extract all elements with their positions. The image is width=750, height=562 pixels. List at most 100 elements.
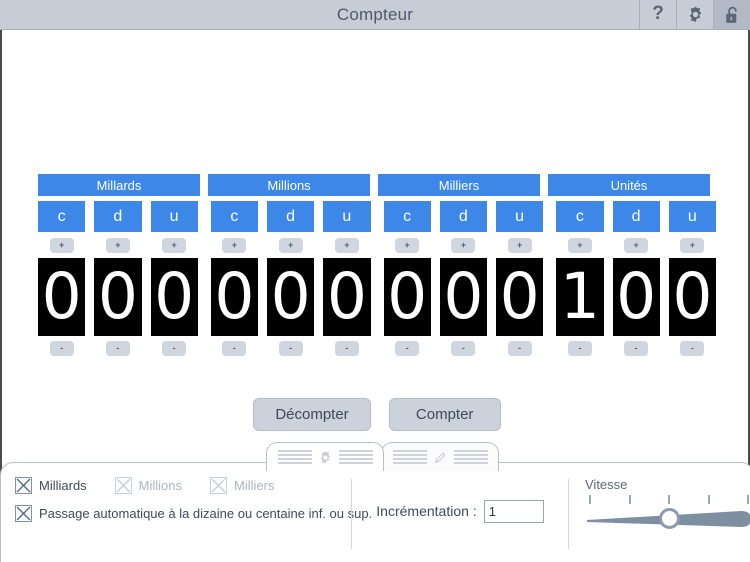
digit-decrement-button[interactable]: - bbox=[507, 341, 532, 356]
digit-decrement-button[interactable]: - bbox=[162, 341, 187, 356]
digit-decrement-button[interactable]: - bbox=[105, 341, 130, 356]
increment-label: Incrémentation : bbox=[376, 503, 477, 519]
counter-grid: Millards Millions Milliers Unités c d u … bbox=[38, 174, 716, 356]
speed-ticks bbox=[589, 495, 749, 504]
group-header-unites: Unités bbox=[548, 174, 710, 196]
place-label-c: c bbox=[556, 201, 604, 232]
title-bar-buttons: ? bbox=[639, 0, 750, 29]
tab-lines-decoration bbox=[392, 450, 427, 464]
increment-buttons-row: + + + + + + + + + + + + bbox=[38, 238, 716, 253]
place-label-u: u bbox=[496, 201, 544, 232]
checkbox-milliards[interactable] bbox=[15, 477, 32, 494]
digit-cell: 0 bbox=[210, 258, 258, 336]
digit-decrement-button[interactable]: - bbox=[624, 341, 649, 356]
digit-cell: 0 bbox=[94, 258, 142, 336]
speed-label: Vitesse bbox=[585, 477, 628, 492]
place-label-d: d bbox=[612, 201, 660, 232]
digit-increment-button[interactable]: + bbox=[451, 238, 476, 253]
count-up-button[interactable]: Compter bbox=[388, 398, 501, 431]
tab-lines-decoration bbox=[453, 450, 488, 464]
digit-decrement-button[interactable]: - bbox=[222, 341, 247, 356]
digit-cell: 0 bbox=[150, 258, 198, 336]
page-title: Compteur bbox=[336, 5, 414, 24]
digit-cell: 0 bbox=[439, 258, 487, 336]
scope-options-section: Milliards Millions Milliers Passage auto… bbox=[1, 477, 372, 562]
digit-increment-button[interactable]: + bbox=[334, 238, 359, 253]
help-button[interactable]: ? bbox=[639, 0, 676, 29]
checkbox-label-auto-carry: Passage automatique à la dizaine ou cent… bbox=[39, 506, 373, 521]
place-label-d: d bbox=[267, 201, 315, 232]
group-headers-row: Millards Millions Milliers Unités bbox=[38, 174, 716, 196]
group-header-milliers: Milliers bbox=[378, 174, 540, 196]
tab-lines-decoration bbox=[277, 450, 312, 464]
content-area: Millards Millions Milliers Unités c d u … bbox=[0, 30, 750, 562]
increment-section: Incrémentation : bbox=[352, 477, 568, 562]
place-label-d: d bbox=[94, 201, 142, 232]
tab-lines-decoration bbox=[338, 450, 373, 464]
count-down-button[interactable]: Décompter bbox=[253, 398, 371, 431]
place-label-c: c bbox=[383, 201, 431, 232]
digit-cell: 0 bbox=[496, 258, 544, 336]
checkbox-millions[interactable] bbox=[114, 477, 132, 494]
gear-icon bbox=[318, 450, 333, 465]
tab-settings[interactable] bbox=[266, 442, 384, 471]
speed-slider[interactable] bbox=[585, 495, 750, 535]
digit-increment-button[interactable]: + bbox=[567, 238, 592, 253]
settings-drawer: Milliards Millions Milliers Passage auto… bbox=[0, 442, 750, 562]
digit-increment-button[interactable]: + bbox=[680, 238, 705, 253]
unlocked-padlock-icon bbox=[724, 5, 741, 25]
digit-cell: 0 bbox=[38, 258, 86, 336]
auto-carry-row: Passage automatique à la dizaine ou cent… bbox=[15, 505, 372, 522]
digit-increment-button[interactable]: + bbox=[222, 238, 247, 253]
group-header-millards: Millards bbox=[38, 174, 200, 196]
digit-cell: 0 bbox=[267, 258, 315, 336]
settings-button[interactable] bbox=[676, 0, 713, 29]
place-label-c: c bbox=[38, 201, 86, 232]
action-buttons: Décompter Compter bbox=[2, 398, 750, 431]
place-label-u: u bbox=[323, 201, 371, 232]
digit-decrement-button[interactable]: - bbox=[395, 341, 420, 356]
digit-decrement-button[interactable]: - bbox=[49, 341, 74, 356]
digit-decrement-button[interactable]: - bbox=[278, 341, 303, 356]
decrement-buttons-row: - - - - - - - - - - - - bbox=[38, 341, 716, 356]
digit-cell: 1 bbox=[556, 258, 604, 336]
group-header-millions: Millions bbox=[208, 174, 370, 196]
title-bar: Compteur ? bbox=[0, 0, 750, 30]
speed-section: Vitesse bbox=[569, 477, 750, 562]
digit-increment-button[interactable]: + bbox=[278, 238, 303, 253]
digit-decrement-button[interactable]: - bbox=[680, 341, 705, 356]
place-label-u: u bbox=[150, 201, 198, 232]
speed-slider-knob[interactable] bbox=[659, 508, 680, 529]
lock-button[interactable] bbox=[713, 0, 750, 29]
digit-decrement-button[interactable]: - bbox=[451, 341, 476, 356]
digit-increment-button[interactable]: + bbox=[162, 238, 187, 253]
tab-edit[interactable] bbox=[381, 442, 499, 471]
digit-increment-button[interactable]: + bbox=[507, 238, 532, 253]
digit-increment-button[interactable]: + bbox=[105, 238, 130, 253]
digit-cell: 0 bbox=[612, 258, 660, 336]
checkbox-milliers[interactable] bbox=[210, 477, 228, 494]
digit-cell: 0 bbox=[323, 258, 371, 336]
checkbox-auto-carry[interactable] bbox=[15, 505, 32, 522]
counter-app: Compteur ? Millards Millions Milliers Un… bbox=[0, 0, 750, 562]
digit-cell: 0 bbox=[383, 258, 431, 336]
place-labels-row: c d u c d u c d u c d u bbox=[38, 201, 716, 232]
question-mark-icon: ? bbox=[652, 3, 664, 24]
gear-icon bbox=[686, 5, 705, 24]
drawer-content: Milliards Millions Milliers Passage auto… bbox=[1, 463, 750, 562]
checkbox-label-millions: Millions bbox=[138, 478, 183, 493]
increment-input[interactable] bbox=[483, 499, 544, 523]
digit-increment-button[interactable]: + bbox=[624, 238, 649, 253]
digit-increment-button[interactable]: + bbox=[395, 238, 420, 253]
digit-cell: 0 bbox=[668, 258, 716, 336]
checkbox-label-milliards: Milliards bbox=[39, 478, 87, 493]
drawer-tabs bbox=[266, 442, 499, 471]
place-label-u: u bbox=[668, 201, 716, 232]
checkbox-label-milliers: Milliers bbox=[234, 478, 275, 493]
digit-decrement-button[interactable]: - bbox=[334, 341, 359, 356]
digit-increment-button[interactable]: + bbox=[49, 238, 74, 253]
pencil-icon bbox=[433, 450, 448, 465]
place-label-c: c bbox=[210, 201, 258, 232]
digit-decrement-button[interactable]: - bbox=[567, 341, 592, 356]
scope-checkbox-row: Milliards Millions Milliers bbox=[15, 477, 351, 494]
